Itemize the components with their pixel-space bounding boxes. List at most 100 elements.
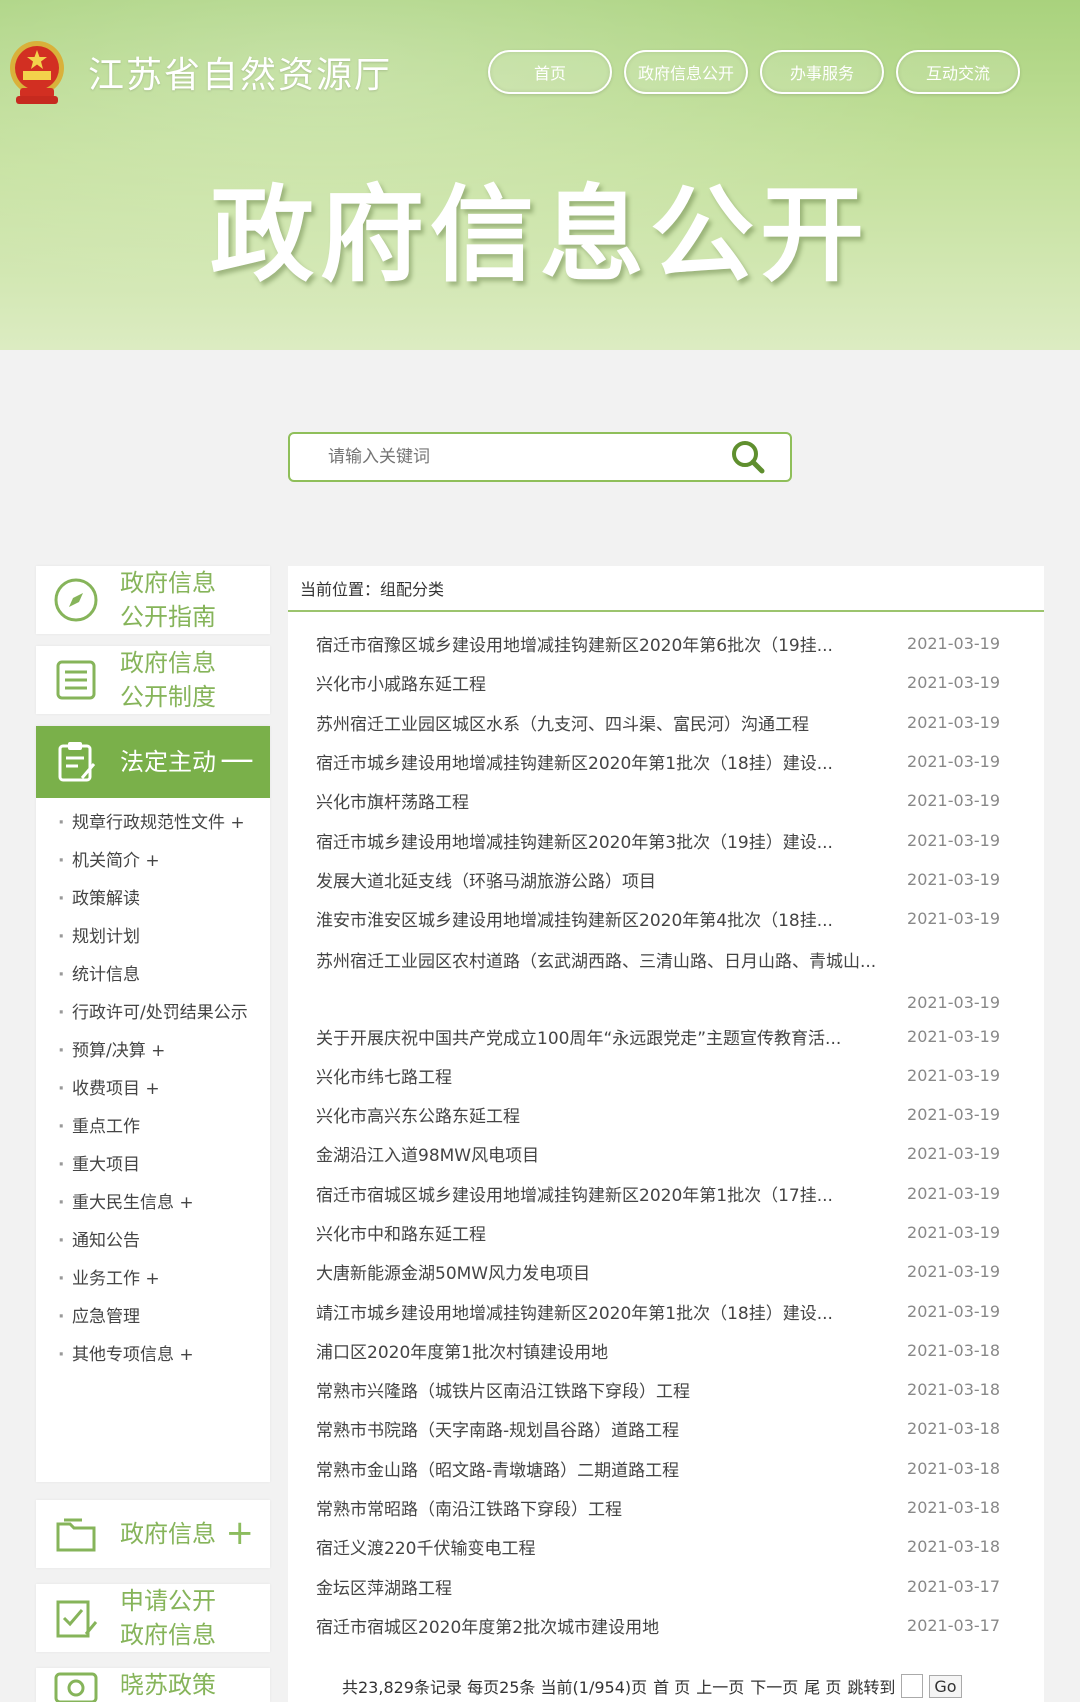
article-title-link[interactable]: 宿迁义渡220千伏输变电工程 xyxy=(316,1534,900,1559)
article-date: 2021-03-19 xyxy=(907,1262,1000,1282)
article-title-link[interactable]: 常熟市金山路（昭文路-青墩塘路）二期道路工程 xyxy=(316,1456,900,1481)
sidebar-sub-item[interactable]: 应急管理 xyxy=(58,1298,262,1336)
list-item[interactable]: 靖江市城乡建设用地增减挂钩建新区2020年第1批次（18挂）建设... 2021-… xyxy=(316,1291,1044,1330)
article-date: 2021-03-18 xyxy=(907,1537,1000,1557)
sidebar-sub-item[interactable]: 重大项目 xyxy=(58,1146,262,1184)
article-title-link[interactable]: 常熟市常昭路（南沿江铁路下穿段）工程 xyxy=(316,1495,900,1520)
sidebar-statutory-label: 法定主动 xyxy=(120,748,216,776)
list-item[interactable]: 常熟市常昭路（南沿江铁路下穿段）工程 2021-03-18 xyxy=(316,1488,1044,1527)
sidebar-sub-item[interactable]: 业务工作 + xyxy=(58,1260,262,1298)
article-title-link[interactable]: 靖江市城乡建设用地增减挂钩建新区2020年第1批次（18挂）建设... xyxy=(316,1299,900,1324)
list-item[interactable]: 宿迁义渡220千伏输变电工程 2021-03-18 xyxy=(316,1527,1044,1566)
article-title-link[interactable]: 金湖沿江入道98MW风电项目 xyxy=(316,1141,900,1166)
article-title-link[interactable]: 淮安市淮安区城乡建设用地增减挂钩建新区2020年第4批次（18挂... xyxy=(316,906,900,931)
article-title-link[interactable]: 宿迁市宿城区2020年度第2批次城市建设用地 xyxy=(316,1613,900,1638)
list-item[interactable]: 苏州宿迁工业园区农村道路（玄武湖西路、三清山路、日月山路、青城山... 2021-… xyxy=(316,938,1044,1016)
sidebar-system-card: 政府信息公开制度 xyxy=(36,646,270,714)
article-title-link[interactable]: 大唐新能源金湖50MW风力发电项目 xyxy=(316,1259,900,1284)
nav-info-disclosure-button[interactable]: 政府信息公开 xyxy=(624,50,748,94)
sidebar-sub-item[interactable]: 其他专项信息 + xyxy=(58,1336,262,1374)
content-panel: 当前位置：组配分类 宿迁市宿豫区城乡建设用地增减挂钩建新区2020年第6批次（1… xyxy=(288,566,1044,1702)
article-title-link[interactable]: 关于开展庆祝中国共产党成立100周年“永远跟党走”主题宣传教育活... xyxy=(316,1024,900,1049)
list-item[interactable]: 发展大道北延支线（环骆马湖旅游公路）项目 2021-03-19 xyxy=(316,860,1044,899)
article-title-link[interactable]: 兴化市小戚路东延工程 xyxy=(316,670,900,695)
article-date: 2021-03-18 xyxy=(907,1380,1000,1400)
sidebar-apply-label: 申请公开政府信息 xyxy=(120,1587,216,1649)
first-page-link[interactable]: 首 页 xyxy=(653,1674,690,1698)
last-page-link[interactable]: 尾 页 xyxy=(804,1674,841,1698)
sidebar-sub-item[interactable]: 政策解读 xyxy=(58,880,262,918)
article-title-link[interactable]: 兴化市纬七路工程 xyxy=(316,1063,900,1088)
article-title-link[interactable]: 常熟市书院路（天字南路-规划昌谷路）道路工程 xyxy=(316,1416,900,1441)
article-title-link[interactable]: 浦口区2020年度第1批次村镇建设用地 xyxy=(316,1338,900,1363)
sidebar-sub-item[interactable]: 统计信息 xyxy=(58,956,262,994)
list-item[interactable]: 常熟市金山路（昭文路-青墩塘路）二期道路工程 2021-03-18 xyxy=(316,1449,1044,1488)
list-item[interactable]: 苏州宿迁工业园区城区水系（九支河、四斗渠、富民河）沟通工程 2021-03-19 xyxy=(316,703,1044,742)
article-title-link[interactable]: 宿迁市城乡建设用地增减挂钩建新区2020年第1批次（18挂）建设... xyxy=(316,749,900,774)
sidebar-sub-item[interactable]: 机关简介 + xyxy=(58,842,262,880)
article-title-link[interactable]: 苏州宿迁工业园区农村道路（玄武湖西路、三清山路、日月山路、青城山... xyxy=(316,947,916,972)
sidebar-item-policy[interactable]: 晓苏政策 xyxy=(36,1668,270,1702)
list-item[interactable]: 大唐新能源金湖50MW风力发电项目 2021-03-19 xyxy=(316,1252,1044,1291)
article-title-link[interactable]: 宿迁市宿豫区城乡建设用地增减挂钩建新区2020年第6批次（19挂... xyxy=(316,631,900,656)
nav-services-button[interactable]: 办事服务 xyxy=(760,50,884,94)
list-item[interactable]: 宿迁市宿城区2020年度第2批次城市建设用地 2021-03-17 xyxy=(316,1606,1044,1645)
sidebar-sub-item[interactable]: 重点工作 xyxy=(58,1108,262,1146)
list-item[interactable]: 宿迁市宿城区城乡建设用地增减挂钩建新区2020年第1批次（17挂... 2021-… xyxy=(316,1174,1044,1213)
sidebar-system-label: 政府信息公开制度 xyxy=(120,649,216,711)
expand-icon[interactable]: + xyxy=(226,1516,255,1550)
article-title-link[interactable]: 金坛区萍湖路工程 xyxy=(316,1574,900,1599)
list-item[interactable]: 宿迁市宿豫区城乡建设用地增减挂钩建新区2020年第6批次（19挂... 2021-… xyxy=(316,624,1044,663)
sidebar-item-statutory[interactable]: 法定主动 — xyxy=(36,726,270,798)
list-item[interactable]: 宿迁市城乡建设用地增减挂钩建新区2020年第3批次（19挂）建设... 2021-… xyxy=(316,820,1044,859)
list-item[interactable]: 兴化市纬七路工程 2021-03-19 xyxy=(316,1056,1044,1095)
list-item[interactable]: 兴化市旗杆荡路工程 2021-03-19 xyxy=(316,781,1044,820)
pagination: 共23,829条记录 每页25条 当前(1/954)页 首 页 上一页 下一页 … xyxy=(342,1674,962,1698)
list-item[interactable]: 金湖沿江入道98MW风电项目 2021-03-19 xyxy=(316,1134,1044,1173)
go-button[interactable]: Go xyxy=(929,1674,962,1698)
nav-interaction-button[interactable]: 互动交流 xyxy=(896,50,1020,94)
list-item[interactable]: 浦口区2020年度第1批次村镇建设用地 2021-03-18 xyxy=(316,1331,1044,1370)
list-item[interactable]: 兴化市高兴东公路东延工程 2021-03-19 xyxy=(316,1095,1044,1134)
search-input[interactable] xyxy=(290,434,726,480)
article-date: 2021-03-19 xyxy=(907,1183,1000,1203)
page-number-input[interactable] xyxy=(901,1674,924,1698)
sidebar-item-system[interactable]: 政府信息公开制度 xyxy=(36,646,270,714)
article-title-link[interactable]: 苏州宿迁工业园区城区水系（九支河、四斗渠、富民河）沟通工程 xyxy=(316,710,900,735)
sidebar-sub-item[interactable]: 通知公告 xyxy=(58,1222,262,1260)
article-title-link[interactable]: 常熟市兴隆路（城铁片区南沿江铁路下穿段）工程 xyxy=(316,1377,900,1402)
article-title-link[interactable]: 宿迁市宿城区城乡建设用地增减挂钩建新区2020年第1批次（17挂... xyxy=(316,1181,900,1206)
national-emblem-icon xyxy=(10,41,64,104)
sidebar-sub-item[interactable]: 规划计划 xyxy=(58,918,262,956)
list-item[interactable]: 兴化市中和路东延工程 2021-03-19 xyxy=(316,1213,1044,1252)
list-item[interactable]: 兴化市小戚路东延工程 2021-03-19 xyxy=(316,663,1044,702)
article-title-link[interactable]: 发展大道北延支线（环骆马湖旅游公路）项目 xyxy=(316,867,900,892)
list-item[interactable]: 关于开展庆祝中国共产党成立100周年“永远跟党走”主题宣传教育活... 2021-… xyxy=(316,1016,1044,1055)
article-title-link[interactable]: 兴化市高兴东公路东延工程 xyxy=(316,1102,900,1127)
nav-home-button[interactable]: 首页 xyxy=(488,50,612,94)
sidebar-item-gov-info[interactable]: 政府信息 + xyxy=(36,1500,270,1568)
article-title-link[interactable]: 兴化市中和路东延工程 xyxy=(316,1220,900,1245)
sidebar-sub-item[interactable]: 收费项目 + xyxy=(58,1070,262,1108)
search-icon[interactable] xyxy=(726,435,770,479)
collapse-icon[interactable]: — xyxy=(220,742,254,776)
sidebar-sub-item[interactable]: 重大民生信息 + xyxy=(58,1184,262,1222)
prev-page-link[interactable]: 上一页 xyxy=(696,1674,744,1698)
list-item[interactable]: 淮安市淮安区城乡建设用地增减挂钩建新区2020年第4批次（18挂... 2021-… xyxy=(316,899,1044,938)
sidebar-sub-item[interactable]: 行政许可/处罚结果公示 xyxy=(58,994,262,1032)
list-item[interactable]: 宿迁市城乡建设用地增减挂钩建新区2020年第1批次（18挂）建设... 2021-… xyxy=(316,742,1044,781)
list-item[interactable]: 金坛区萍湖路工程 2021-03-17 xyxy=(316,1567,1044,1606)
list-item[interactable]: 常熟市兴隆路（城铁片区南沿江铁路下穿段）工程 2021-03-18 xyxy=(316,1370,1044,1409)
article-title-link[interactable]: 宿迁市城乡建设用地增减挂钩建新区2020年第3批次（19挂）建设... xyxy=(316,828,900,853)
sidebar-item-apply[interactable]: 申请公开政府信息 xyxy=(36,1584,270,1652)
folder-icon xyxy=(56,1518,96,1552)
sidebar-item-guide[interactable]: 政府信息公开指南 xyxy=(36,566,270,634)
statutory-sub-list: 规章行政规范性文件 + 机关简介 + 政策解读 规划计划 统计信息 行政许可/处… xyxy=(36,798,270,1384)
article-title-link[interactable]: 兴化市旗杆荡路工程 xyxy=(316,788,900,813)
article-date: 2021-03-19 xyxy=(907,1065,1000,1085)
list-item[interactable]: 常熟市书院路（天字南路-规划昌谷路）道路工程 2021-03-18 xyxy=(316,1409,1044,1448)
article-date: 2021-03-18 xyxy=(907,1498,1000,1518)
next-page-link[interactable]: 下一页 xyxy=(750,1674,798,1698)
sidebar-sub-item[interactable]: 预算/决算 + xyxy=(58,1032,262,1070)
sidebar-sub-item[interactable]: 规章行政规范性文件 + xyxy=(58,804,262,842)
